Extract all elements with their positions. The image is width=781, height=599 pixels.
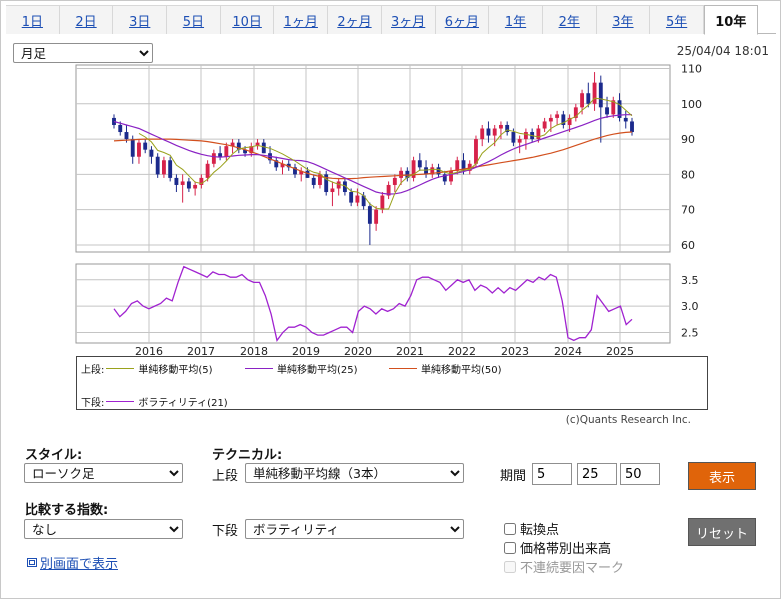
candle-body <box>155 156 160 175</box>
candle-body <box>586 93 591 104</box>
candle-body <box>137 142 141 157</box>
candle-body <box>374 209 379 224</box>
candle-body <box>174 177 179 185</box>
copyright: (c)Quants Research Inc. <box>565 414 691 426</box>
candle-body <box>330 188 335 193</box>
period-input-3[interactable] <box>620 463 660 485</box>
upper-plot-area <box>75 64 671 253</box>
show-button[interactable]: 表示 <box>688 462 756 490</box>
compare-label: 比較する指数: <box>25 503 109 518</box>
technical-label: テクニカル: <box>212 448 283 463</box>
upper-y-tick-label: 80 <box>681 168 695 181</box>
candle-body <box>580 93 585 108</box>
candle-body <box>623 117 628 122</box>
candle-body <box>480 128 485 140</box>
lower-label: 下段 <box>212 524 239 539</box>
turning-point-checkbox[interactable]: 転換点 <box>504 519 559 538</box>
candle-body <box>486 128 491 136</box>
legend-upper-label: 上段: <box>81 365 105 376</box>
candle-body <box>380 195 385 210</box>
candle-body <box>598 82 603 108</box>
style-label: スタイル: <box>25 448 83 463</box>
candle-body <box>542 121 547 129</box>
legend-ma25: 単純移動平均(25) <box>277 365 358 376</box>
new-window-icon <box>27 558 37 567</box>
candle-body <box>449 170 453 182</box>
lower-technical-select[interactable]: ボラティリティ <box>245 519 464 539</box>
lower-y-tick-label: 2.5 <box>681 326 699 339</box>
candle-body <box>455 160 460 171</box>
legend-ma50: 単純移動平均(50) <box>421 365 502 376</box>
candle-body <box>592 82 597 104</box>
candle-body <box>305 170 310 178</box>
period-input-2[interactable] <box>577 463 617 485</box>
candle-body <box>399 170 404 178</box>
lower-y-tick-label: 3.5 <box>681 274 699 287</box>
candle-body <box>367 206 372 224</box>
style-select[interactable]: ローソク足 <box>24 463 183 483</box>
candle-body <box>355 195 360 203</box>
candle-body <box>124 132 129 140</box>
volume-by-price-checkbox[interactable]: 価格帯別出来高 <box>504 538 611 557</box>
period-label: 期間 <box>500 469 527 484</box>
candle-body <box>168 160 173 178</box>
candle-body <box>186 181 191 189</box>
candle-body <box>511 132 516 143</box>
legend-lower-label: 下段: <box>81 398 105 409</box>
candle-body <box>118 124 123 133</box>
gap-mark-checkbox: 不連続要因マーク <box>504 557 624 576</box>
legend-ma5: 単純移動平均(5) <box>138 365 213 376</box>
period-input-1[interactable] <box>532 463 572 485</box>
reset-button[interactable]: リセット <box>688 518 756 546</box>
candle-body <box>218 153 223 157</box>
candle-body <box>161 160 166 175</box>
candle-body <box>523 132 528 140</box>
upper-y-tick-label: 110 <box>681 63 702 76</box>
upper-y-tick-label: 60 <box>681 239 695 252</box>
candle-body <box>392 177 397 185</box>
candle-body <box>261 142 266 154</box>
candle-body <box>555 114 560 118</box>
candle-body <box>211 153 216 164</box>
candle-body <box>180 181 185 185</box>
candle-body <box>311 177 316 185</box>
candle-body <box>193 184 198 189</box>
candle-body <box>517 139 522 143</box>
open-new-window-link[interactable]: 別画面で表示 <box>27 553 118 572</box>
lower-plot-area <box>75 263 671 344</box>
lower-y-tick-label: 3.0 <box>681 300 699 313</box>
legend-volatility: ボラティリティ(21) <box>138 398 228 409</box>
candle-body <box>474 139 478 164</box>
candle-body <box>205 163 210 178</box>
candle-body <box>130 139 135 157</box>
upper-label: 上段 <box>212 469 239 484</box>
candle-body <box>630 121 634 133</box>
candle-body <box>492 128 497 136</box>
upper-y-tick-label: 90 <box>681 133 695 146</box>
candle-body <box>224 146 229 157</box>
candle-body <box>149 149 154 157</box>
candle-body <box>417 160 422 168</box>
candle-body <box>499 124 503 129</box>
stock-chart: 2016 2017 2018 2019 2020 2021 2022 2023 2024 2025… <box>75 63 702 358</box>
upper-y-tick-label: 70 <box>681 204 695 217</box>
candle-body <box>605 107 609 115</box>
candle-body <box>349 192 354 203</box>
compare-select[interactable]: なし <box>24 519 183 539</box>
legend: 上段: 単純移動平均(5) 単純移動平均(25) 単純移動平均(50) 下段: … <box>76 356 708 410</box>
candle-body <box>548 117 553 122</box>
upper-technical-select[interactable]: 単純移動平均線（3本） <box>245 463 464 483</box>
upper-y-tick-label: 100 <box>681 98 702 111</box>
candle-body <box>143 142 148 150</box>
